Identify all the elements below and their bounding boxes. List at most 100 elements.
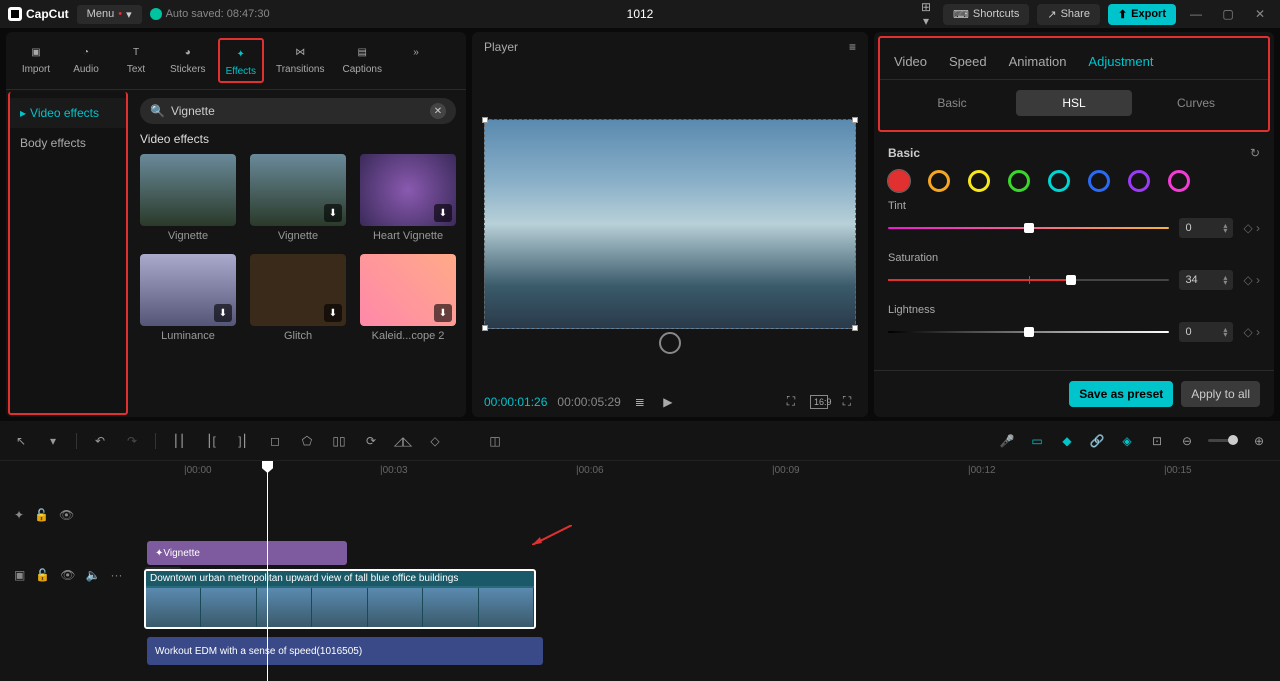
- layers-tool[interactable]: ▯▯: [330, 432, 348, 450]
- trim-left[interactable]: ⎮[: [202, 432, 220, 450]
- mirror-tool[interactable]: ◿◺: [394, 432, 412, 450]
- play-button[interactable]: ▶: [659, 395, 677, 409]
- crop-tool[interactable]: ◻: [266, 432, 284, 450]
- tab-video[interactable]: Video: [894, 48, 927, 79]
- magnet-icon[interactable]: ▭: [1028, 432, 1046, 450]
- scale-icon[interactable]: ⛶: [782, 394, 800, 409]
- tab-import[interactable]: ▣Import: [14, 38, 58, 83]
- pointer-tool[interactable]: ↖: [12, 432, 30, 450]
- tab-speed[interactable]: Speed: [949, 48, 987, 79]
- tab-adjustment[interactable]: Adjustment: [1088, 48, 1153, 79]
- transform-icon[interactable]: [659, 332, 681, 354]
- export-button[interactable]: ⬆ Export: [1108, 4, 1176, 25]
- dropdown[interactable]: ▾: [44, 432, 62, 450]
- zoom-in[interactable]: ⊕: [1250, 432, 1268, 450]
- zoom-slider[interactable]: [1208, 439, 1238, 442]
- swatch-green[interactable]: [1008, 170, 1030, 192]
- tab-effects[interactable]: ✦Effects: [218, 38, 264, 83]
- minimize-button[interactable]: —: [1184, 2, 1208, 26]
- swatch-yellow[interactable]: [968, 170, 990, 192]
- close-button[interactable]: ✕: [1248, 2, 1272, 26]
- maximize-button[interactable]: ▢: [1216, 2, 1240, 26]
- effect-thumb[interactable]: ⬇Luminance: [140, 254, 236, 342]
- clear-search-button[interactable]: ✕: [430, 103, 446, 119]
- subtab-curves[interactable]: Curves: [1138, 90, 1254, 116]
- crop2-tool[interactable]: ◫: [486, 432, 504, 450]
- tint-slider[interactable]: [888, 227, 1169, 229]
- resize-handle[interactable]: [852, 117, 858, 123]
- timeline-ruler[interactable]: |00:00 |00:03 |00:06 |00:09 |00:12 |00:1…: [0, 461, 1280, 485]
- trim-right[interactable]: ]⎮: [234, 432, 252, 450]
- sidebar-item-video-effects[interactable]: ▸ Video effects: [10, 98, 126, 128]
- eye-icon[interactable]: 👁: [60, 568, 75, 582]
- menu-button[interactable]: Menu • ▾: [77, 5, 142, 24]
- resize-handle[interactable]: [482, 325, 488, 331]
- player-menu-icon[interactable]: ≡: [849, 40, 856, 54]
- swatch-cyan[interactable]: [1048, 170, 1070, 192]
- clip-video[interactable]: Downtown urban metropolitan upward view …: [144, 569, 536, 629]
- tint-value[interactable]: 0▴▾: [1179, 218, 1233, 238]
- snap-icon[interactable]: ◆: [1058, 432, 1076, 450]
- sat-value[interactable]: 34▴▾: [1179, 270, 1233, 290]
- zoom-out[interactable]: ⊖: [1178, 432, 1196, 450]
- reset-icon[interactable]: ↻: [1250, 146, 1260, 160]
- mute-icon[interactable]: 🔈: [86, 568, 101, 582]
- subtab-basic[interactable]: Basic: [894, 90, 1010, 116]
- effect-thumb[interactable]: ⬇Kaleid...cope 2: [360, 254, 456, 342]
- eye-icon[interactable]: 👁: [59, 508, 74, 522]
- link-icon[interactable]: 🔗: [1088, 432, 1106, 450]
- split-tool[interactable]: ⎮⎮: [170, 432, 188, 450]
- effect-thumb[interactable]: ⬇Heart Vignette: [360, 154, 456, 242]
- tab-more[interactable]: »: [394, 38, 438, 83]
- tab-transitions[interactable]: ⋈Transitions: [270, 38, 331, 83]
- tab-captions[interactable]: ▤Captions: [337, 38, 388, 83]
- swatch-blue[interactable]: [1088, 170, 1110, 192]
- light-slider[interactable]: [888, 331, 1169, 333]
- download-icon[interactable]: ⬇: [324, 304, 342, 322]
- align-icon[interactable]: ◈: [1118, 432, 1136, 450]
- swatch-orange[interactable]: [928, 170, 950, 192]
- subtab-hsl[interactable]: HSL: [1016, 90, 1132, 116]
- mic-icon[interactable]: 🎤: [998, 432, 1016, 450]
- resize-handle[interactable]: [852, 325, 858, 331]
- lock-icon[interactable]: 🔓: [34, 508, 49, 522]
- preview-icon[interactable]: ⊡: [1148, 432, 1166, 450]
- search-input[interactable]: [171, 104, 424, 118]
- sat-slider[interactable]: [888, 279, 1169, 281]
- download-icon[interactable]: ⬇: [434, 304, 452, 322]
- fx-icon[interactable]: ✦: [14, 508, 24, 522]
- apply-all-button[interactable]: Apply to all: [1181, 381, 1260, 407]
- effect-thumb[interactable]: ⬇Vignette: [250, 154, 346, 242]
- clip-audio[interactable]: Workout EDM with a sense of speed(101650…: [147, 637, 543, 665]
- lock-icon[interactable]: 🔓: [35, 568, 50, 582]
- shield-tool[interactable]: ⬠: [298, 432, 316, 450]
- light-value[interactable]: 0▴▾: [1179, 322, 1233, 342]
- fullscreen-icon[interactable]: ⛶: [838, 394, 856, 409]
- preview-canvas[interactable]: [484, 119, 856, 328]
- redo-button[interactable]: ↷: [123, 432, 141, 450]
- tab-text[interactable]: TText: [114, 38, 158, 83]
- ratio-button[interactable]: 16:9: [810, 395, 828, 409]
- compare-icon[interactable]: ≣: [631, 395, 649, 409]
- video-icon[interactable]: ▣: [14, 568, 25, 582]
- download-icon[interactable]: ⬇: [214, 304, 232, 322]
- refresh-tool[interactable]: ⟳: [362, 432, 380, 450]
- layout-icon[interactable]: ⊞ ▾: [917, 0, 935, 28]
- effect-thumb[interactable]: Vignette: [140, 154, 236, 242]
- swatch-magenta[interactable]: [1168, 170, 1190, 192]
- playhead[interactable]: [267, 461, 268, 681]
- tracks-area[interactable]: ✦ Vignette Downtown urban metropolitan u…: [140, 485, 1280, 681]
- shortcuts-button[interactable]: ⌨ Shortcuts: [943, 4, 1029, 25]
- swatch-red[interactable]: [888, 170, 910, 192]
- download-icon[interactable]: ⬇: [434, 204, 452, 222]
- tab-audio[interactable]: ◔Audio: [64, 38, 108, 83]
- effect-thumb[interactable]: ⬇Glitch: [250, 254, 346, 342]
- resize-handle[interactable]: [482, 117, 488, 123]
- tab-stickers[interactable]: ◕Stickers: [164, 38, 212, 83]
- swatch-purple[interactable]: [1128, 170, 1150, 192]
- rotate-tool[interactable]: ◇: [426, 432, 444, 450]
- tab-animation[interactable]: Animation: [1009, 48, 1067, 79]
- download-icon[interactable]: ⬇: [324, 204, 342, 222]
- clip-effect[interactable]: ✦ Vignette: [147, 541, 347, 565]
- save-preset-button[interactable]: Save as preset: [1069, 381, 1173, 407]
